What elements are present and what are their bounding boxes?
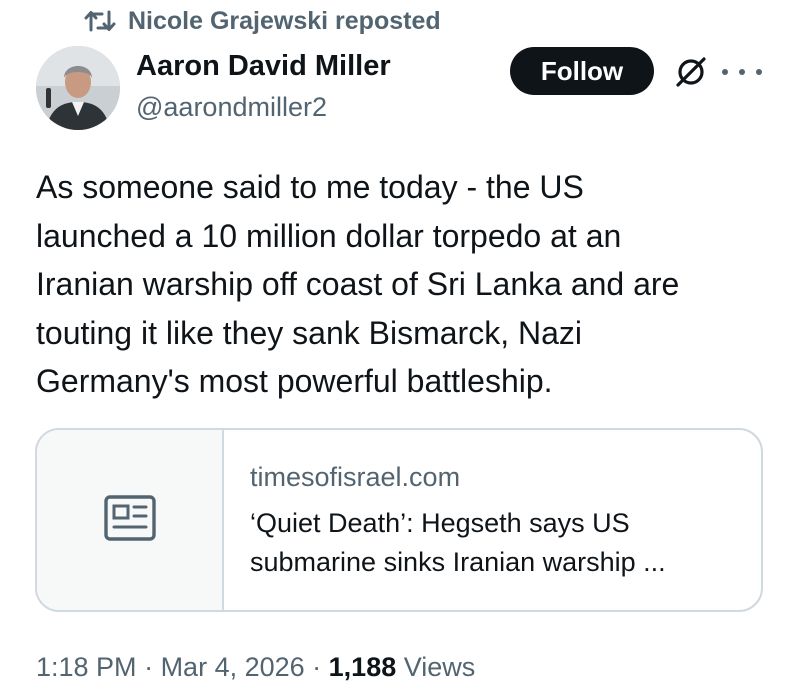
repost-icon <box>84 8 116 34</box>
avatar[interactable] <box>36 46 120 130</box>
article-icon <box>103 494 156 546</box>
repost-header: Nicole Grajewski reposted <box>84 4 441 38</box>
link-card-domain: timesofisrael.com <box>250 462 461 492</box>
link-card-thumbnail <box>37 430 224 610</box>
more-dot <box>739 69 745 75</box>
meta-separator: · <box>304 652 329 682</box>
more-dot <box>756 69 762 75</box>
views-count[interactable]: 1,188 <box>329 652 397 682</box>
more-dot <box>722 69 728 75</box>
tweet-text: As someone said to me today - the US lau… <box>36 169 680 400</box>
tweet-date[interactable]: Mar 4, 2026 <box>161 652 305 682</box>
more-icon[interactable] <box>722 62 762 82</box>
views-label: Views <box>396 652 476 682</box>
tweet-time[interactable]: 1:18 PM <box>36 652 137 682</box>
meta-separator: · <box>136 652 161 682</box>
link-card-title: ‘Quiet Death’: Hegseth says US submarine… <box>250 508 666 577</box>
link-card-body: timesofisrael.com ‘Quiet Death’: Hegseth… <box>224 430 666 610</box>
link-card[interactable]: timesofisrael.com ‘Quiet Death’: Hegseth… <box>35 428 763 612</box>
follow-button[interactable]: Follow <box>510 47 654 95</box>
author-handle[interactable]: @aarondmiller2 <box>136 90 327 124</box>
author-name[interactable]: Aaron David Miller <box>136 48 391 84</box>
grok-icon[interactable] <box>673 54 709 90</box>
repost-text[interactable]: Nicole Grajewski reposted <box>128 7 441 36</box>
tweet-meta: 1:18 PM · Mar 4, 2026 · 1,188 Views <box>36 649 475 685</box>
